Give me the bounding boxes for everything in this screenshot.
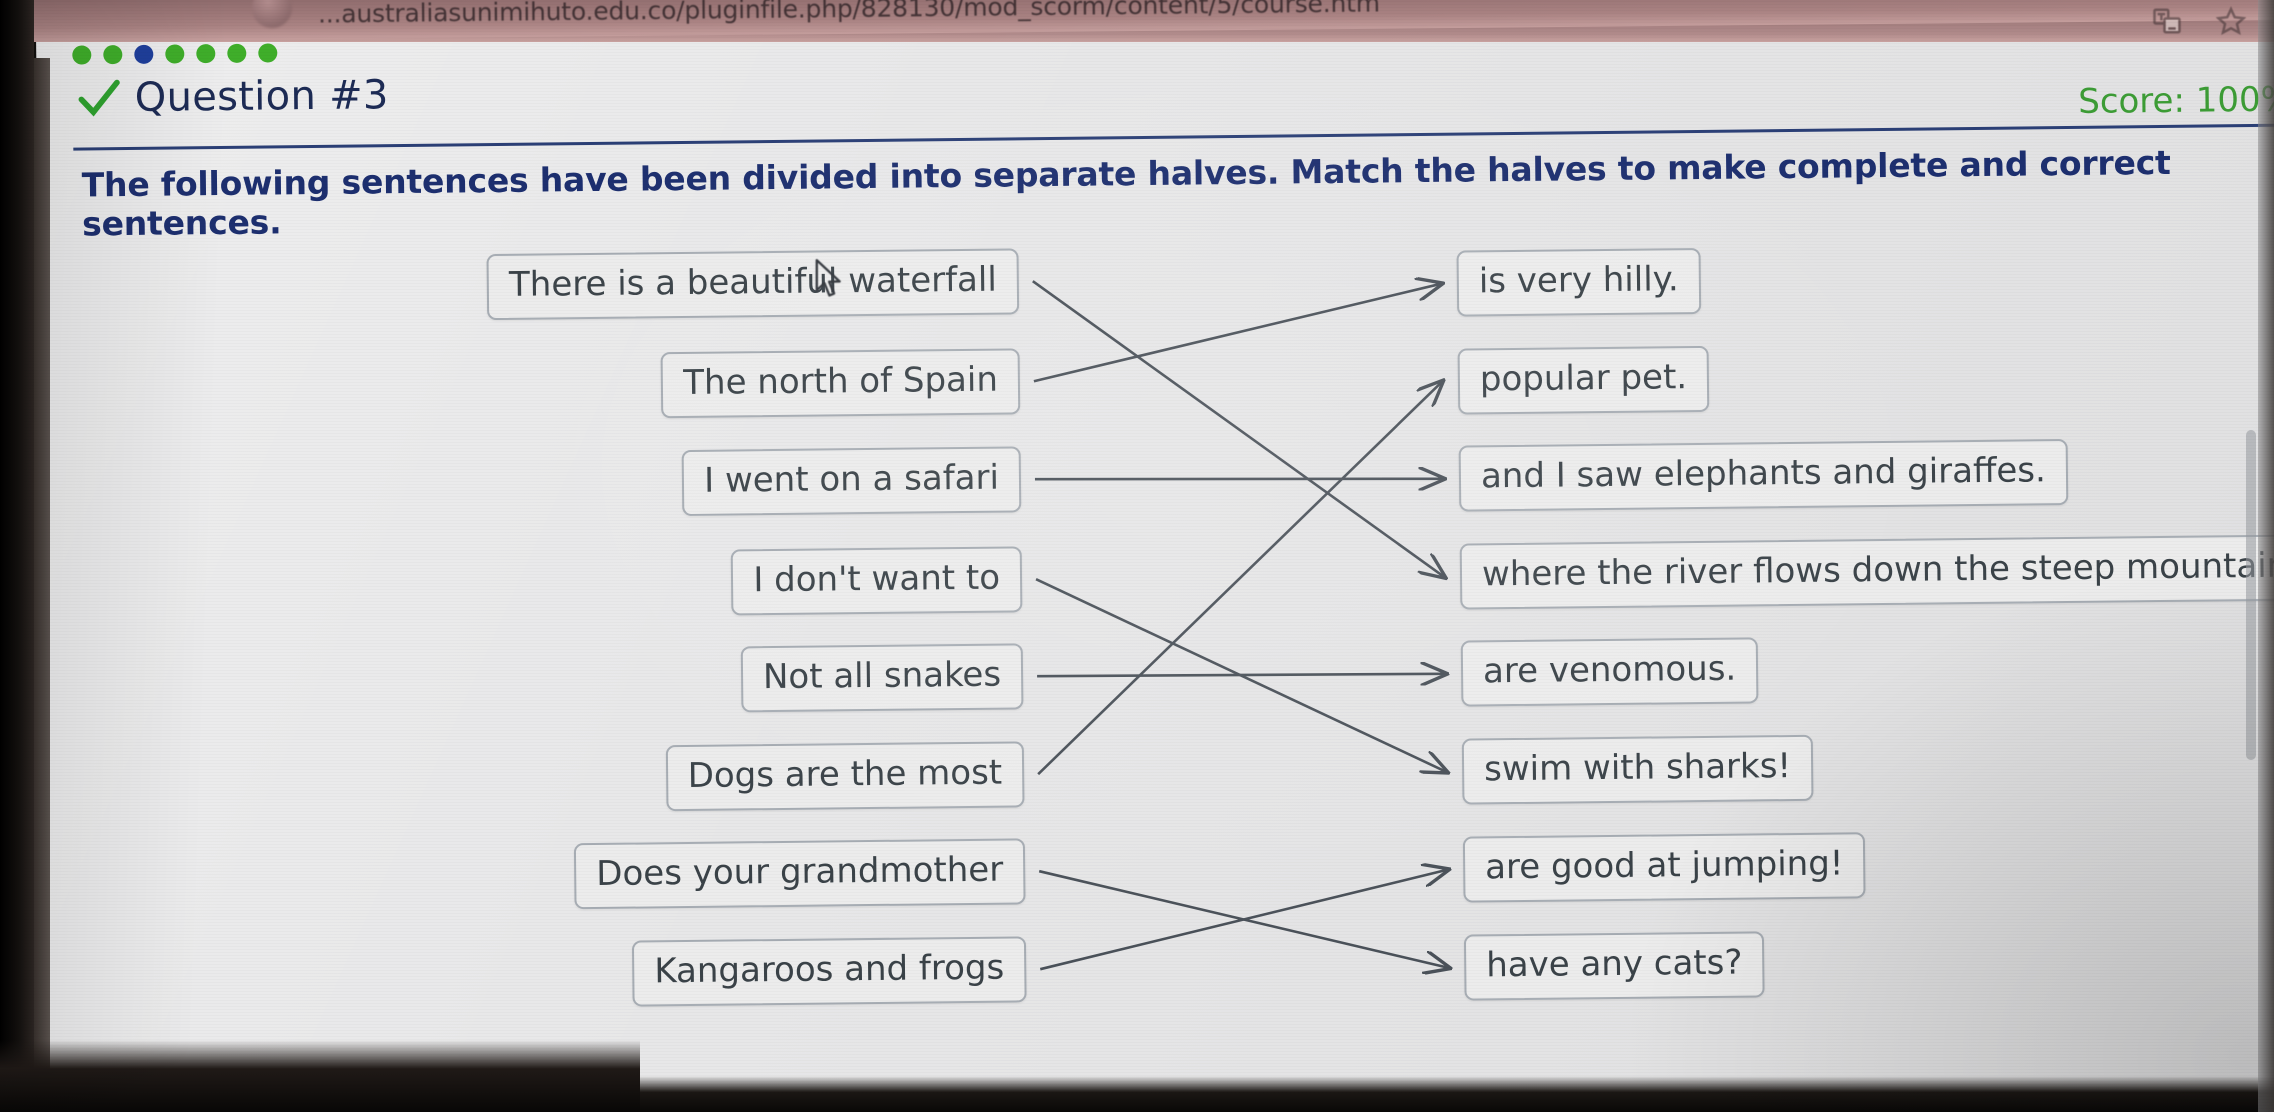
browser-toolbar: ...australiasunimihuto.edu.co/pluginfile…	[0, 0, 2274, 42]
right-half-tile[interactable]: are good at jumping!	[1462, 832, 1866, 903]
left-half-tile[interactable]: Kangaroos and frogs	[631, 936, 1027, 1007]
connection-line	[1037, 382, 1446, 776]
screen-bezel-bottom-left	[0, 1040, 640, 1112]
connection-line	[1038, 869, 1448, 972]
right-half-tile[interactable]: where the river flows down the steep mou…	[1459, 534, 2274, 610]
page-content: Question #3 Score: 100% The following se…	[36, 1, 2274, 1112]
green-check-icon	[78, 79, 120, 117]
scrollbar[interactable]	[2246, 430, 2256, 760]
left-half-tile[interactable]: I don't want to	[730, 546, 1023, 616]
screen-bezel-left	[0, 0, 34, 1112]
left-half-tile[interactable]: There is a beautiful waterfall	[486, 248, 1020, 320]
screen-photo: ...australiasunimihuto.edu.co/pluginfile…	[0, 0, 2274, 1112]
left-half-tile[interactable]: Not all snakes	[740, 643, 1024, 713]
right-half-tile[interactable]: are venomous.	[1460, 637, 1759, 707]
web-page: Question #3 Score: 100% The following se…	[36, 1, 2274, 1112]
score-label: Score: 100%	[2078, 79, 2274, 122]
connection-line	[1037, 672, 1445, 678]
left-half-tile[interactable]: I went on a safari	[681, 446, 1022, 516]
left-half-tile[interactable]: The north of Spain	[660, 348, 1021, 418]
matching-exercise: There is a beautiful waterfall The north …	[38, 190, 2274, 1112]
right-half-tile[interactable]: swim with sharks!	[1461, 734, 1814, 805]
right-half-tile[interactable]: and I saw elephants and giraffes.	[1458, 439, 2069, 512]
connection-line	[1034, 475, 1443, 483]
right-half-tile[interactable]: popular pet.	[1457, 345, 1710, 415]
right-half-tile[interactable]: is very hilly.	[1456, 248, 1702, 317]
screen-bezel-right	[2258, 0, 2274, 1112]
progress-dot-6[interactable]	[227, 43, 247, 63]
right-half-tile[interactable]: have any cats?	[1463, 931, 1765, 1001]
progress-dot-3[interactable]	[134, 44, 154, 64]
translate-icon[interactable]	[2152, 6, 2182, 40]
connection-line	[1035, 578, 1446, 776]
connection-line	[1032, 280, 1444, 581]
progress-dot-1[interactable]	[72, 45, 92, 65]
progress-dot-7[interactable]	[258, 43, 278, 63]
browser-action-icons	[2152, 6, 2247, 40]
left-half-tile[interactable]: Does your grandmother	[573, 838, 1026, 909]
progress-dot-2[interactable]	[103, 45, 123, 65]
connection-line	[1033, 284, 1442, 383]
progress-dots	[72, 43, 278, 65]
connection-line	[1039, 870, 1448, 971]
progress-dot-4[interactable]	[165, 44, 185, 64]
page-title: Question #3	[134, 72, 389, 121]
left-half-tile[interactable]: Dogs are the most	[665, 741, 1025, 811]
star-icon[interactable]	[2215, 6, 2247, 40]
question-header: Question #3	[77, 72, 389, 121]
progress-dot-5[interactable]	[196, 44, 216, 64]
connection-lines	[1032, 190, 2274, 1112]
mouse-cursor-icon	[815, 259, 841, 297]
